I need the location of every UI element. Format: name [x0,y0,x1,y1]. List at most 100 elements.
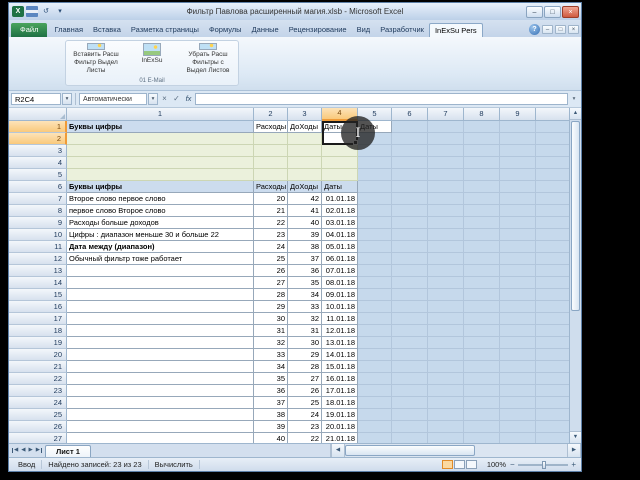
cell-r21c1[interactable] [67,361,254,373]
cell-r26c7[interactable] [428,421,464,433]
cell-r20c5[interactable] [358,349,392,361]
cell-r19c8[interactable] [464,337,500,349]
cell-r7c7[interactable] [428,193,464,205]
cell-r27c1[interactable] [67,433,254,443]
cell-r17c5[interactable] [358,313,392,325]
horizontal-scroll-thumb[interactable] [345,445,475,456]
cell-r19c9[interactable] [500,337,536,349]
row-header-2[interactable]: 2 [9,133,67,145]
cell-r21c10[interactable] [536,361,569,373]
cell-r5c6[interactable] [392,169,428,181]
cell-r23c9[interactable] [500,385,536,397]
cell-r5c9[interactable] [500,169,536,181]
cell-r27c9[interactable] [500,433,536,443]
zoom-level[interactable]: 100% [482,460,506,469]
cell-r8c4[interactable]: 02.01.18 [322,205,358,217]
cell-r5c2[interactable] [254,169,288,181]
cell-r15c7[interactable] [428,289,464,301]
column-header-8[interactable]: 8 [464,108,500,121]
name-box-dropdown-icon[interactable]: ▾ [62,93,72,105]
column-header-partial[interactable] [536,108,569,121]
cell-r10c2[interactable]: 23 [254,229,288,241]
cell-r26c10[interactable] [536,421,569,433]
cell-r7c9[interactable] [500,193,536,205]
cell-r1c8[interactable] [464,121,500,133]
cell-r7c8[interactable] [464,193,500,205]
qat-dropdown-icon[interactable]: ▾ [54,6,66,17]
cell-r27c2[interactable]: 40 [254,433,288,443]
column-header-7[interactable]: 7 [428,108,464,121]
cell-r11c9[interactable] [500,241,536,253]
cell-r18c6[interactable] [392,325,428,337]
cell-r17c7[interactable] [428,313,464,325]
cell-r25c1[interactable] [67,409,254,421]
cell-r10c5[interactable] [358,229,392,241]
cell-r12c3[interactable]: 37 [288,253,322,265]
cell-r23c5[interactable] [358,385,392,397]
cell-r18c9[interactable] [500,325,536,337]
cell-r21c4[interactable]: 15.01.18 [322,361,358,373]
cell-r2c6[interactable] [392,133,428,145]
cell-r12c4[interactable]: 06.01.18 [322,253,358,265]
row-header-25[interactable]: 25 [9,409,67,421]
cell-r14c3[interactable]: 35 [288,277,322,289]
cell-r11c2[interactable]: 24 [254,241,288,253]
cell-r4c5[interactable] [358,157,392,169]
column-header-1[interactable]: 1 [67,108,254,121]
cell-r13c6[interactable] [392,265,428,277]
cell-r20c10[interactable] [536,349,569,361]
cell-r14c5[interactable] [358,277,392,289]
name-box[interactable]: R2C4 [11,93,61,105]
cell-r26c4[interactable]: 20.01.18 [322,421,358,433]
cell-r12c10[interactable] [536,253,569,265]
cell-r16c4[interactable]: 10.01.18 [322,301,358,313]
prev-sheet-icon[interactable]: ◀ [21,447,25,454]
cell-r18c3[interactable]: 31 [288,325,322,337]
cell-r12c1[interactable]: Обычный фильтр тоже работает [67,253,254,265]
cell-r1c6[interactable] [392,121,428,133]
cell-r19c3[interactable]: 30 [288,337,322,349]
cell-r15c2[interactable]: 28 [254,289,288,301]
cell-r2c3[interactable] [288,133,322,145]
tab-разметка-страницы[interactable]: Разметка страницы [126,23,204,37]
row-header-15[interactable]: 15 [9,289,67,301]
cell-r27c5[interactable] [358,433,392,443]
cell-r15c10[interactable] [536,289,569,301]
row-header-23[interactable]: 23 [9,385,67,397]
cell-r10c6[interactable] [392,229,428,241]
cell-r24c6[interactable] [392,397,428,409]
cell-r26c3[interactable]: 23 [288,421,322,433]
cell-r22c5[interactable] [358,373,392,385]
auto-dropdown-icon[interactable]: ▾ [148,93,158,105]
cell-r15c8[interactable] [464,289,500,301]
cell-r16c6[interactable] [392,301,428,313]
tab-file[interactable]: Файл [11,23,48,37]
cell-r20c4[interactable]: 14.01.18 [322,349,358,361]
cell-r14c4[interactable]: 08.01.18 [322,277,358,289]
cell-r4c8[interactable] [464,157,500,169]
cell-r25c4[interactable]: 19.01.18 [322,409,358,421]
cell-r10c7[interactable] [428,229,464,241]
cell-r25c8[interactable] [464,409,500,421]
cell-r15c6[interactable] [392,289,428,301]
cell-r9c8[interactable] [464,217,500,229]
cell-r1c3[interactable]: ДоХоды [288,121,322,133]
cell-r19c1[interactable] [67,337,254,349]
row-header-7[interactable]: 7 [9,193,67,205]
cell-r24c7[interactable] [428,397,464,409]
cell-r19c7[interactable] [428,337,464,349]
ribbon-button-1[interactable]: Вставить Расш Фильтр Выдел Листы [72,42,120,75]
column-header-3[interactable]: 3 [288,108,322,121]
cell-r17c6[interactable] [392,313,428,325]
cell-r2c1[interactable] [67,133,254,145]
tab-вид[interactable]: Вид [352,23,376,37]
cell-r7c1[interactable]: Второе слово первое слово [67,193,254,205]
cell-r13c7[interactable] [428,265,464,277]
zoom-slider-thumb[interactable] [541,460,546,469]
cell-r8c8[interactable] [464,205,500,217]
cell-r5c5[interactable] [358,169,392,181]
row-header-19[interactable]: 19 [9,337,67,349]
cell-r20c7[interactable] [428,349,464,361]
cell-r6c2[interactable]: Расходы [254,181,288,193]
cell-r1c7[interactable] [428,121,464,133]
